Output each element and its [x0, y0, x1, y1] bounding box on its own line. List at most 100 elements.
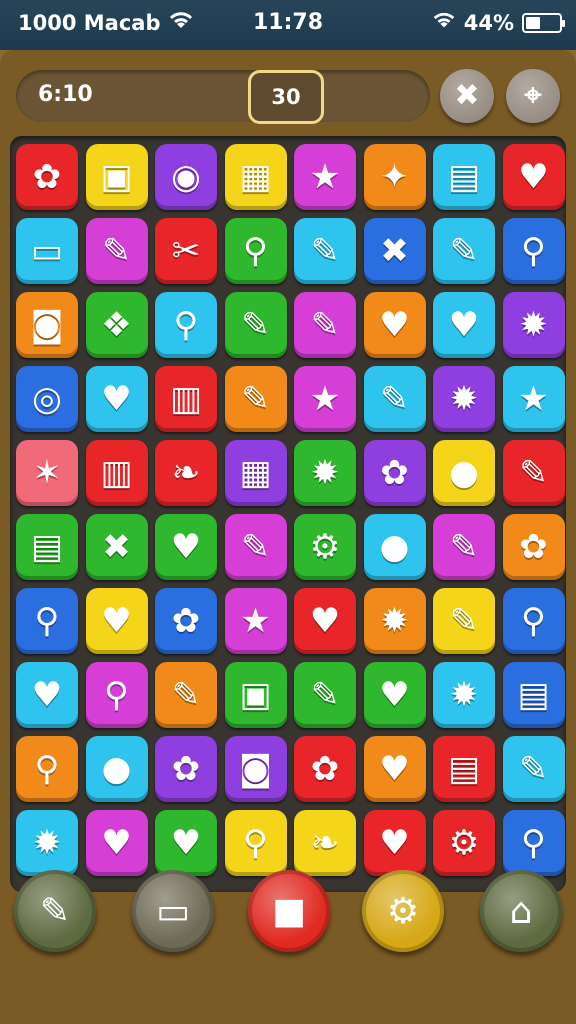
board-tile[interactable]: ★ [294, 144, 356, 210]
board-tile[interactable]: ❖ [85, 292, 148, 358]
board-tile[interactable]: ✎ [363, 366, 426, 432]
board-tile[interactable]: ▥ [85, 440, 148, 506]
board-tile[interactable]: ✎ [294, 218, 356, 284]
board-tile[interactable]: ✂ [155, 218, 217, 284]
board-tile[interactable]: ✦ [363, 144, 426, 210]
board-tile[interactable]: ✎ [294, 292, 356, 358]
board-tile[interactable]: ⚲ [224, 810, 287, 876]
board-tile[interactable]: ✹ [16, 810, 78, 876]
board-tile[interactable]: ⚲ [502, 218, 565, 284]
board-tile[interactable]: ✎ [433, 218, 495, 284]
board-tile[interactable]: ⚲ [85, 662, 148, 728]
score-box: 30 [248, 70, 324, 124]
board-tile[interactable]: ✎ [155, 662, 217, 728]
board-tile[interactable]: ✿ [155, 588, 217, 654]
board-tile[interactable]: ♥ [85, 366, 148, 432]
board-tile[interactable]: ⚲ [502, 810, 565, 876]
board-tile[interactable]: ✎ [294, 662, 356, 728]
board-tile[interactable]: ♥ [363, 736, 426, 802]
board-tile[interactable]: ★ [294, 366, 356, 432]
board-tile[interactable]: ✎ [85, 218, 148, 284]
board-tile[interactable]: ★ [502, 366, 565, 432]
battery-percent: 44% [463, 10, 514, 35]
game-board: ✿ ▣ ◉ ▦ ★ ✦ ▤ ♥ ▭ ✎ ✂ ⚲ ✎ ✖ ✎ ⚲ ◙ ❖ ⚲ ✎ ✎ ♥ ♥ ✹ ◎ ♥ ▥ ✎ ★ ✎ ✹ ★ ✶ ▥ ❧ ▦ ✹ ✿ ● ✎… [10, 136, 566, 892]
board-tile[interactable]: ✹ [363, 588, 426, 654]
settings-icon: ⚙ [386, 890, 420, 932]
board-tile[interactable]: ✿ [502, 514, 565, 580]
close-button[interactable]: ✖ [440, 69, 494, 123]
board-tile[interactable]: ✎ [502, 440, 565, 506]
board-tile[interactable]: ▥ [155, 366, 217, 432]
brush-button[interactable]: ✎ [14, 870, 96, 952]
board-tile[interactable]: ▤ [16, 514, 78, 580]
board-tile[interactable]: ✹ [433, 366, 495, 432]
settings-button[interactable]: ⚙ [362, 870, 444, 952]
battery-icon [522, 12, 565, 33]
board-tile[interactable]: ▣ [85, 144, 148, 210]
record-icon: ■ [271, 890, 306, 932]
hud-bar: 6:10 30 [16, 70, 430, 124]
board-tile[interactable]: ♥ [16, 662, 78, 728]
board-tile[interactable]: ▤ [433, 144, 495, 210]
board-tile[interactable]: ✎ [224, 366, 287, 432]
board-tile[interactable]: ⚲ [16, 736, 78, 802]
board-tile[interactable]: ● [85, 736, 148, 802]
board-tile[interactable]: ♥ [155, 810, 217, 876]
chat-button[interactable]: ▭ [132, 870, 214, 952]
board-tile[interactable]: ♥ [363, 292, 426, 358]
target-button[interactable]: ⌖ [506, 69, 560, 123]
board-tile[interactable]: ♥ [294, 588, 356, 654]
timer-label: 6:10 [38, 82, 93, 107]
board-tile[interactable]: ✹ [433, 662, 495, 728]
board-tile[interactable]: ⚙ [294, 514, 356, 580]
board-tile[interactable]: ♥ [433, 292, 495, 358]
board-tile[interactable]: ◙ [16, 292, 78, 358]
brush-icon: ✎ [39, 890, 71, 932]
board-tile[interactable]: ◎ [16, 366, 78, 432]
board-tile[interactable]: ✶ [16, 440, 78, 506]
board-tile[interactable]: ⚙ [433, 810, 495, 876]
board-tile[interactable]: ✹ [502, 292, 565, 358]
board-tile[interactable]: ▣ [224, 662, 287, 728]
board-tile[interactable]: ✿ [363, 440, 426, 506]
board-tile[interactable]: ▦ [224, 440, 287, 506]
board-tile[interactable]: ♥ [85, 810, 148, 876]
board-tile[interactable]: ⚲ [16, 588, 78, 654]
board-tile[interactable]: ❧ [155, 440, 217, 506]
board-tile[interactable]: ❧ [294, 810, 356, 876]
board-tile[interactable]: ♥ [502, 144, 565, 210]
board-tile[interactable]: ♥ [155, 514, 217, 580]
chat-icon: ▭ [155, 890, 190, 932]
board-tile[interactable]: ⚲ [224, 218, 287, 284]
board-tile[interactable]: ✹ [294, 440, 356, 506]
board-tile[interactable]: ✎ [433, 588, 495, 654]
board-tile[interactable]: ✿ [294, 736, 356, 802]
board-tile[interactable]: ◉ [155, 144, 217, 210]
board-tile[interactable]: ◙ [224, 736, 287, 802]
board-tile[interactable]: ✖ [85, 514, 148, 580]
board-tile[interactable]: ♥ [85, 588, 148, 654]
board-tile[interactable]: ✿ [16, 144, 78, 210]
board-tile[interactable]: ★ [224, 588, 287, 654]
board-tile[interactable]: ● [433, 440, 495, 506]
board-tile[interactable]: ✖ [363, 218, 426, 284]
board-tile[interactable]: ▤ [433, 736, 495, 802]
board-tile[interactable]: ♥ [363, 662, 426, 728]
board-tile[interactable]: ▤ [502, 662, 565, 728]
status-bar: 1000 Macab 11:78 44% [0, 0, 576, 50]
battery-fill [526, 16, 540, 29]
board-tile[interactable]: ⚲ [155, 292, 217, 358]
home-icon: ⌂ [509, 890, 533, 932]
board-tile[interactable]: ● [363, 514, 426, 580]
board-tile[interactable]: ⚲ [502, 588, 565, 654]
board-tile[interactable]: ✎ [224, 292, 287, 358]
record-button[interactable]: ■ [248, 870, 330, 952]
board-tile[interactable]: ✎ [502, 736, 565, 802]
board-tile[interactable]: ✎ [224, 514, 287, 580]
board-tile[interactable]: ♥ [363, 810, 426, 876]
board-tile[interactable]: ✿ [155, 736, 217, 802]
board-tile[interactable]: ✎ [433, 514, 495, 580]
home-button[interactable]: ⌂ [480, 870, 562, 952]
board-tile[interactable]: ▭ [16, 218, 78, 284]
board-tile[interactable]: ▦ [224, 144, 287, 210]
